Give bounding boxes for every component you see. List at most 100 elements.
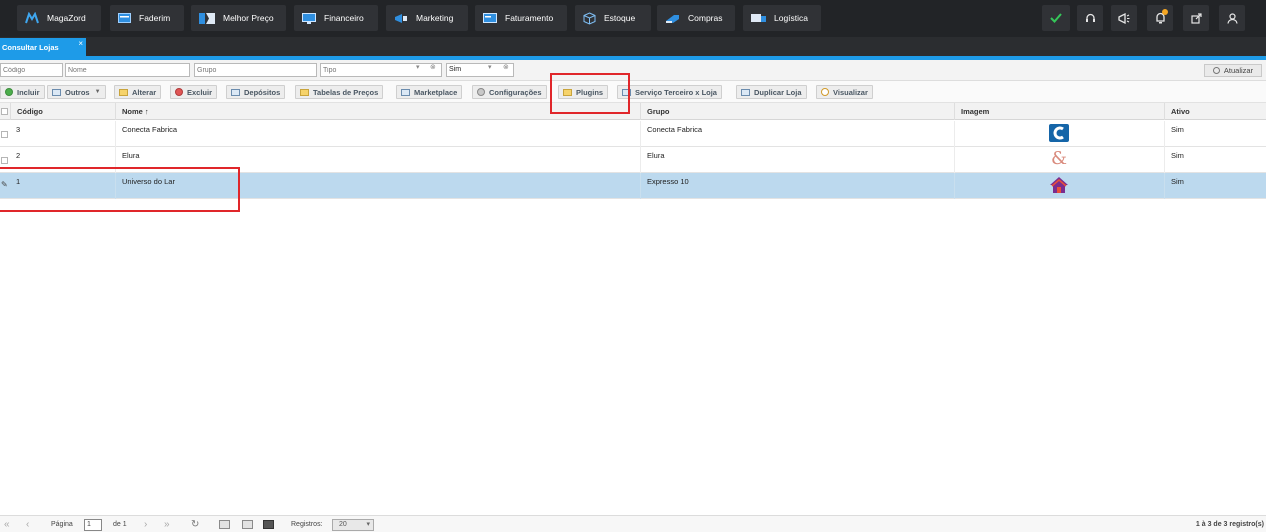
- alterar-button[interactable]: Alterar: [114, 85, 162, 99]
- refresh-button[interactable]: Atualizar: [1204, 64, 1262, 77]
- cell-ativo: Sim: [1164, 173, 1266, 199]
- check-button[interactable]: [1042, 5, 1070, 31]
- nav-melhor-preco[interactable]: Melhor Preço: [191, 5, 286, 31]
- ativo-filter-value: Sim: [449, 66, 462, 73]
- configuracoes-button[interactable]: Configurações: [472, 85, 547, 99]
- outros-dropdown-button[interactable]: Outros ▼: [47, 85, 106, 99]
- clear-icon[interactable]: ⊗: [503, 63, 509, 71]
- megaphone-icon: [394, 13, 408, 24]
- notifications-button[interactable]: [1147, 5, 1173, 31]
- nav-financeiro[interactable]: Financeiro: [294, 5, 378, 31]
- invoice-icon: [483, 13, 497, 23]
- pagination-bar: « ‹ Página 1 de 1 › » ↻ Registros: 20 1 …: [0, 515, 1266, 532]
- nome-filter-input[interactable]: [65, 63, 190, 77]
- button-label: Excluir: [187, 87, 213, 97]
- nav-label: Faderim: [139, 13, 171, 23]
- grupo-filter-input[interactable]: [194, 63, 317, 77]
- nav-marketing[interactable]: Marketing: [386, 5, 468, 31]
- last-page-icon[interactable]: »: [164, 518, 170, 531]
- price-table-icon: [300, 88, 309, 96]
- cell-imagem: [954, 173, 1163, 199]
- codigo-filter-input[interactable]: [0, 63, 63, 77]
- excel-icon[interactable]: [263, 518, 274, 531]
- column-header-ativo[interactable]: Ativo: [1164, 103, 1266, 120]
- tab-strip: Consultar Lojas ×: [0, 37, 1266, 56]
- servico-terceiro-button[interactable]: Serviço Terceiro x Loja: [617, 85, 722, 99]
- chevron-down-icon[interactable]: ▾: [416, 63, 420, 71]
- row-checkbox[interactable]: [1, 157, 8, 164]
- nav-magazord[interactable]: MagaZord: [17, 5, 101, 31]
- add-icon: [5, 88, 13, 96]
- nav-label: Compras: [688, 13, 723, 23]
- tab-consultar-lojas[interactable]: Consultar Lojas ×: [0, 38, 86, 56]
- check-icon: [1050, 13, 1062, 23]
- incluir-button[interactable]: Incluir: [0, 85, 45, 99]
- column-header-nome[interactable]: Nome ↑: [115, 103, 639, 120]
- button-label: Serviço Terceiro x Loja: [635, 87, 717, 97]
- excluir-button[interactable]: Excluir: [170, 85, 218, 99]
- conecta-c-logo-icon: [1049, 124, 1069, 144]
- column-header-grupo[interactable]: Grupo: [640, 103, 953, 120]
- button-label: Depósitos: [244, 87, 281, 97]
- column-header-imagem[interactable]: Imagem: [954, 103, 1163, 120]
- table-row[interactable]: 2 Elura Elura & Sim: [0, 147, 1266, 173]
- records-per-page-select[interactable]: 20: [332, 518, 374, 531]
- row-checkbox[interactable]: [1, 131, 8, 138]
- close-icon[interactable]: ×: [78, 39, 83, 48]
- first-page-icon[interactable]: «: [4, 518, 10, 531]
- nav-label: MagaZord: [47, 13, 86, 23]
- print-icon[interactable]: [242, 518, 253, 531]
- duplicar-loja-button[interactable]: Duplicar Loja: [736, 85, 807, 99]
- button-label: Configurações: [489, 87, 542, 97]
- service-icon: [622, 88, 631, 96]
- announcements-button[interactable]: [1111, 5, 1137, 31]
- tab-label: Consultar Lojas: [2, 42, 59, 52]
- export-icon[interactable]: [219, 518, 230, 531]
- window-icon: [118, 13, 131, 23]
- headset-icon: [1085, 13, 1096, 24]
- next-page-icon[interactable]: ›: [144, 518, 147, 531]
- refresh-icon[interactable]: ↻: [191, 518, 199, 531]
- nav-estoque[interactable]: Estoque: [575, 5, 651, 31]
- nav-label: Financeiro: [324, 13, 364, 23]
- cell-codigo: 1: [16, 177, 21, 186]
- column-header-codigo[interactable]: Código: [10, 103, 114, 120]
- select-all-checkbox[interactable]: [1, 108, 8, 115]
- tabelas-precos-button[interactable]: Tabelas de Preços: [295, 85, 384, 99]
- nav-label: Faturamento: [505, 13, 554, 23]
- table-row[interactable]: 3 Conecta Fabrica Conecta Fabrica Sim: [0, 121, 1266, 147]
- plugins-button[interactable]: Plugins: [558, 85, 609, 99]
- marketplace-button[interactable]: Marketplace: [396, 85, 463, 99]
- nav-logistica[interactable]: Logística: [743, 5, 821, 31]
- nav-faturamento[interactable]: Faturamento: [475, 5, 567, 31]
- marketplace-icon: [401, 88, 410, 96]
- support-button[interactable]: [1077, 5, 1103, 31]
- open-external-button[interactable]: [1183, 5, 1209, 31]
- page-number-field[interactable]: 1: [84, 518, 102, 531]
- search-icon: [821, 88, 829, 96]
- page-count-label: de 1: [113, 521, 127, 528]
- button-label: Alterar: [132, 87, 157, 97]
- nav-faderim[interactable]: Faderim: [110, 5, 184, 31]
- button-label: Marketplace: [414, 87, 458, 97]
- visualizar-button[interactable]: Visualizar: [816, 85, 873, 99]
- depositos-button[interactable]: Depósitos: [226, 85, 286, 99]
- ampersand-logo-icon: &: [1050, 148, 1068, 169]
- tipo-filter-select[interactable]: [320, 63, 442, 77]
- cell-codigo: 2: [16, 151, 21, 160]
- table-row-selected[interactable]: ✎ 1 Universo do Lar Expresso 10 Sim: [0, 173, 1266, 199]
- button-label: Plugins: [576, 87, 604, 97]
- prev-page-icon[interactable]: ‹: [26, 518, 29, 531]
- cell-imagem: [954, 121, 1163, 147]
- pencil-icon: ✎: [1, 180, 8, 189]
- magazord-logo-icon: [25, 12, 39, 24]
- user-menu-button[interactable]: [1219, 5, 1245, 31]
- house-logo-icon: [1049, 176, 1069, 196]
- clear-icon[interactable]: ⊗: [430, 63, 436, 71]
- chevron-down-icon[interactable]: ▾: [488, 63, 492, 71]
- chevron-down-icon: ▼: [94, 89, 101, 95]
- cell-grupo: Expresso 10: [640, 173, 953, 199]
- action-toolbar: Incluir Outros ▼ Alterar Excluir Depósit…: [0, 81, 1266, 103]
- nav-compras[interactable]: Compras: [657, 5, 735, 31]
- gear-icon: [477, 88, 485, 96]
